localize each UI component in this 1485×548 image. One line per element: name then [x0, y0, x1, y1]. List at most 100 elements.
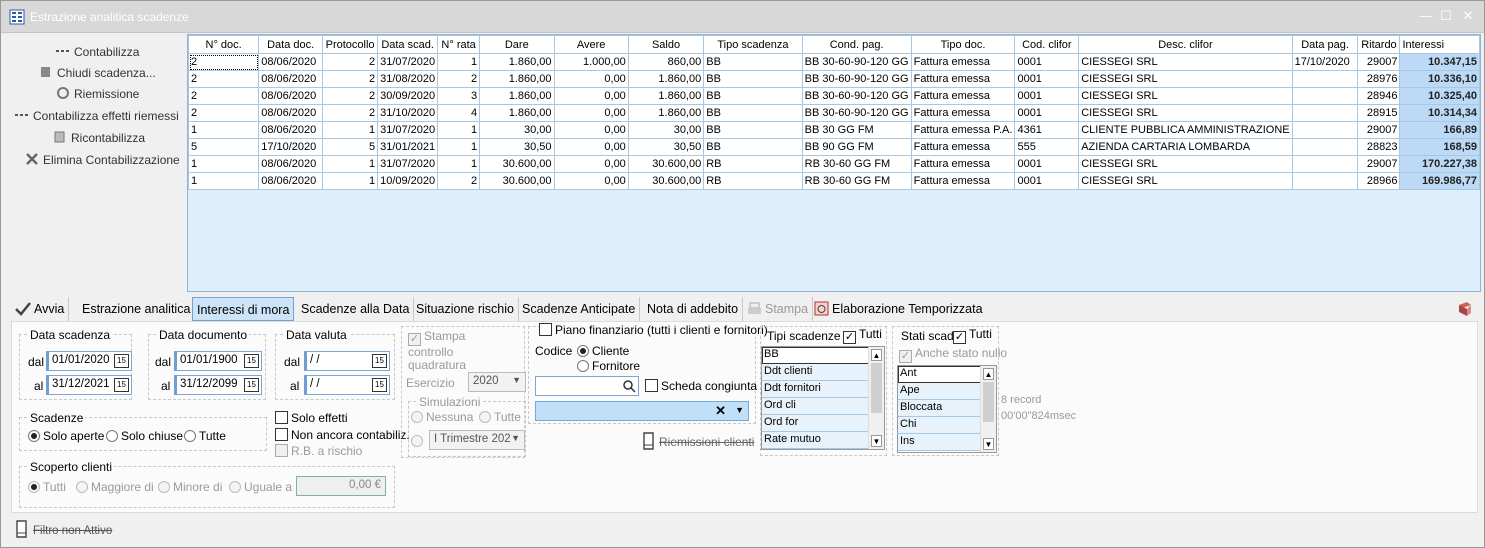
table-cell[interactable]: 2 [188, 87, 260, 105]
table-cell[interactable]: 10.314,34 [1399, 104, 1480, 122]
table-cell[interactable]: 29007 [1357, 155, 1401, 173]
table-cell[interactable]: BB [703, 138, 803, 156]
table-cell[interactable]: 10.347,15 [1399, 53, 1480, 71]
table-cell[interactable]: 2 [437, 172, 481, 190]
tab-scadenze-anticipate[interactable]: Scadenze Anticipate [518, 297, 641, 321]
table-cell[interactable]: 2 [322, 70, 379, 88]
table-row[interactable]: 2 08/06/2020 2 31/10/2020 4 1.860,00 0,00 1.860… [188, 104, 1480, 122]
data-scadenza-al-input[interactable]: 31/12/2021 15 [46, 375, 132, 395]
table-cell[interactable]: 2 [188, 53, 260, 71]
tipi-scadenze-list[interactable]: BB Ddt clienti Ddt fornitori Ord cli Ord… [761, 346, 885, 450]
table-cell[interactable]: Fattura emessa [910, 155, 1016, 173]
scroll-down-icon[interactable]: ▼ [871, 435, 882, 447]
esercizio-select[interactable]: 2020 ▼ [468, 372, 526, 392]
table-cell[interactable]: 2 [188, 70, 260, 88]
table-cell[interactable]: 168,59 [1399, 138, 1480, 156]
scadenze-grid[interactable]: N° doc. Data doc. Protocollo Data scad. N° r… [187, 34, 1481, 292]
table-cell[interactable]: 31/10/2020 [377, 104, 439, 122]
column-header[interactable]: Tipo doc. [910, 35, 1016, 54]
column-header[interactable]: Ritardo [1357, 35, 1401, 54]
data-documento-dal-input[interactable]: 01/01/1900 15 [174, 351, 262, 371]
table-cell[interactable]: Fattura emessa [910, 104, 1016, 122]
table-cell[interactable]: 28946 [1357, 87, 1401, 105]
table-cell[interactable] [1291, 172, 1359, 190]
column-header[interactable]: Cod. clifor [1014, 35, 1080, 54]
table-row[interactable]: 1 08/06/2020 1 10/09/2020 2 30.600,00 0,00 30.6… [188, 172, 1480, 190]
table-cell[interactable]: 1 [188, 121, 260, 139]
table-cell[interactable]: 1.860,00 [479, 70, 555, 88]
column-header[interactable]: Interessi [1399, 35, 1480, 54]
table-cell[interactable]: 0001 [1014, 155, 1080, 173]
table-cell[interactable]: CIESSEGI SRL [1078, 53, 1293, 71]
table-cell[interactable]: 31/01/2021 [377, 138, 439, 156]
table-cell[interactable]: CIESSEGI SRL [1078, 87, 1293, 105]
uguale-a-radio[interactable]: Uguale a [229, 480, 292, 494]
sim-tutte-radio[interactable]: Tutte [479, 410, 521, 424]
clear-icon[interactable]: ✕ [715, 403, 726, 419]
table-cell[interactable]: 31/07/2020 [377, 121, 439, 139]
table-cell[interactable]: RB [703, 155, 803, 173]
non-contabilizzati-checkbox[interactable]: Non ancora contabiliz. [275, 428, 410, 442]
table-cell[interactable]: 10.325,40 [1399, 87, 1480, 105]
column-header[interactable]: Dare [479, 35, 555, 54]
table-cell[interactable]: BB 90 GG FM [801, 138, 912, 156]
tab-situazione-rischio[interactable]: Situazione rischio [412, 297, 519, 321]
table-cell[interactable]: 1 [437, 138, 481, 156]
codice-input[interactable] [535, 376, 639, 396]
table-cell[interactable]: 1.860,00 [627, 104, 705, 122]
sidebar-item-contabilizza[interactable]: Contabilizza [56, 45, 139, 65]
table-cell[interactable]: 1 [188, 155, 260, 173]
table-cell[interactable]: 10/09/2020 [377, 172, 439, 190]
scroll-thumb[interactable] [871, 363, 882, 413]
column-header[interactable]: Data doc. [258, 35, 324, 54]
table-cell[interactable]: 30.600,00 [479, 172, 555, 190]
column-header[interactable]: Data pag. [1291, 35, 1359, 54]
table-cell[interactable]: 31/07/2020 [377, 53, 439, 71]
calendar-icon[interactable]: 15 [372, 378, 387, 392]
table-cell[interactable]: Fattura emessa [910, 87, 1016, 105]
table-cell[interactable]: 2 [437, 70, 481, 88]
trimestre-select[interactable]: I Trimestre 202 ▼ [429, 430, 525, 450]
calendar-icon[interactable]: 15 [114, 354, 129, 368]
table-row[interactable]: 2 08/06/2020 2 30/09/2020 3 1.860,00 0,00 1.860… [188, 87, 1480, 105]
data-valuta-al-input[interactable]: / / 15 [304, 375, 390, 395]
table-cell[interactable]: CIESSEGI SRL [1078, 70, 1293, 88]
table-cell[interactable]: 1 [437, 121, 481, 139]
calendar-icon[interactable]: 15 [114, 378, 129, 392]
table-cell[interactable]: 2 [322, 53, 379, 71]
scroll-thumb[interactable] [983, 382, 994, 422]
table-cell[interactable]: 08/06/2020 [258, 70, 324, 88]
table-cell[interactable]: 169.986,77 [1399, 172, 1480, 190]
sidebar-item-elimina[interactable]: Elimina Contabilizzazione [25, 153, 180, 173]
table-cell[interactable]: 0001 [1014, 104, 1080, 122]
filtro-status[interactable]: Filtro non Attivo [15, 520, 112, 538]
table-cell[interactable]: 28976 [1357, 70, 1401, 88]
table-cell[interactable]: 29007 [1357, 53, 1401, 71]
maggiore-di-radio[interactable]: Maggiore di [76, 480, 154, 494]
list-item[interactable]: Ord for [762, 415, 884, 432]
tab-estrazione-analitica[interactable]: Estrazione analitica [78, 297, 196, 321]
table-cell[interactable]: 30.600,00 [627, 155, 705, 173]
table-cell[interactable]: BB [703, 70, 803, 88]
calendar-icon[interactable]: 15 [244, 378, 259, 392]
table-cell[interactable]: RB 30-60 GG FM [801, 155, 912, 173]
calendar-icon[interactable]: 15 [244, 354, 259, 368]
table-cell[interactable]: RB 30-60 GG FM [801, 172, 912, 190]
list-item[interactable]: Ddt clienti [762, 364, 884, 381]
table-cell[interactable]: 4361 [1014, 121, 1080, 139]
table-cell[interactable]: 31/08/2020 [377, 70, 439, 88]
list-item[interactable]: BB [762, 347, 884, 364]
table-cell[interactable]: 860,00 [627, 53, 705, 71]
table-cell[interactable]: 0,00 [553, 104, 629, 122]
table-row[interactable]: 5 17/10/2020 5 31/01/2021 1 30,50 0,00 30,50 BB B… [188, 138, 1480, 156]
table-cell[interactable]: 5 [188, 138, 260, 156]
minimize-button[interactable]: — [1417, 7, 1435, 25]
scheda-congiunta-checkbox[interactable]: Scheda congiunta [645, 379, 757, 393]
fornitore-radio[interactable]: Fornitore [577, 359, 640, 373]
table-cell[interactable]: BB [703, 121, 803, 139]
stampa-controllo-checkbox[interactable]: ✓ Stampa controllo quadratura [408, 330, 488, 372]
clifor-select[interactable]: ✕ ▼ [535, 401, 749, 421]
table-cell[interactable]: Fattura emessa [910, 70, 1016, 88]
table-cell[interactable]: BB 30-60-90-120 GG [801, 53, 912, 71]
table-cell[interactable]: Fattura emessa [910, 53, 1016, 71]
